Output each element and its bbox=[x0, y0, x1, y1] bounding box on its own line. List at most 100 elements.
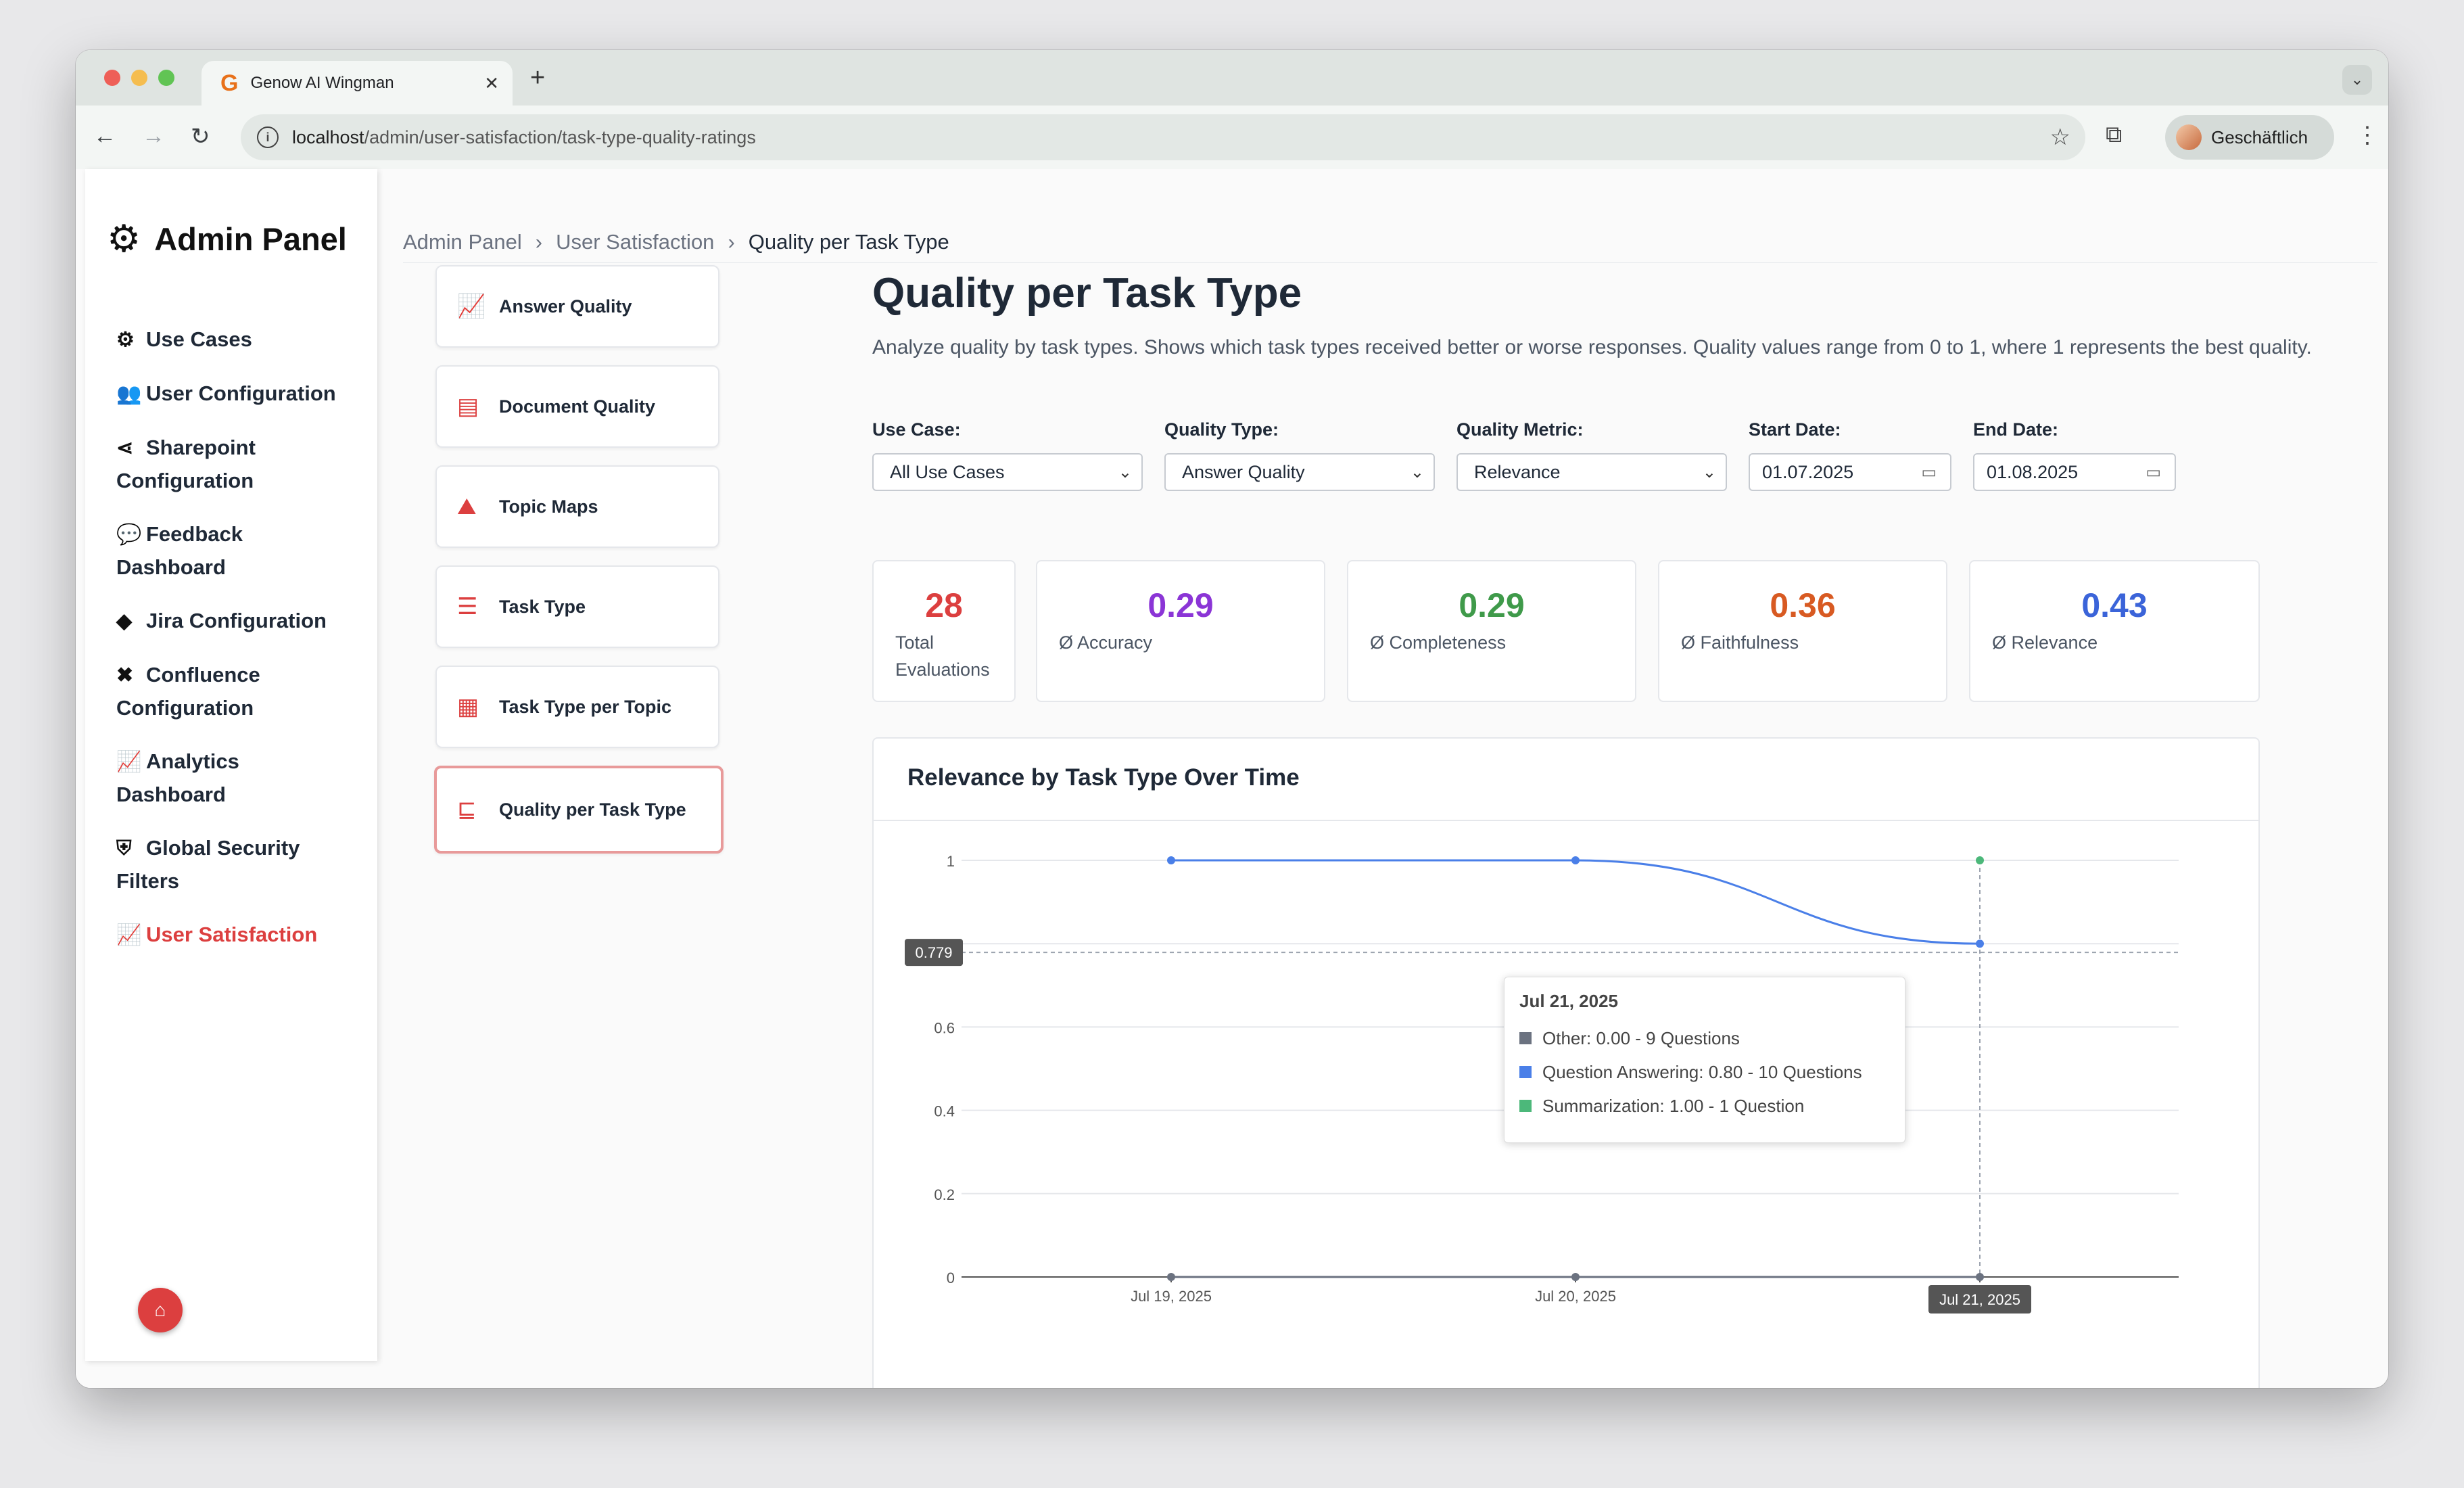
map-icon: ⛰ bbox=[457, 493, 477, 519]
stat-label: Ø Faithfulness bbox=[1681, 632, 1799, 653]
sidebar-item-user-satisfaction[interactable]: 📈 User Satisfaction bbox=[116, 919, 366, 952]
data-point-other bbox=[1167, 1273, 1175, 1281]
browser-titlebar: G Genow AI Wingman ✕ + ⌄ bbox=[76, 50, 2388, 106]
legend-swatch bbox=[1519, 1100, 1532, 1112]
site-info-icon[interactable]: i bbox=[257, 126, 279, 148]
breadcrumb-user-satisfaction[interactable]: User Satisfaction bbox=[556, 230, 714, 254]
chevron-right-icon: › bbox=[535, 230, 543, 254]
subnav-task-type[interactable]: ☰ Task Type bbox=[435, 565, 719, 648]
browser-toolbar: ← → ↻ i localhost/admin/user-satisfactio… bbox=[76, 106, 2388, 170]
page-description: Analyze quality by task types. Shows whi… bbox=[872, 336, 2312, 358]
x-tick-label: Jul 20, 2025 bbox=[1535, 1288, 1616, 1305]
legend-swatch bbox=[1519, 1066, 1532, 1078]
calendar-icon[interactable]: ▭ bbox=[1921, 463, 1937, 482]
tooltip-row: Summarization: 1.00 - 1 Question bbox=[1519, 1089, 1890, 1123]
reload-icon[interactable]: ↻ bbox=[191, 123, 210, 150]
use-case-label: Use Case: bbox=[872, 419, 961, 440]
sidebar-title: Admin Panel bbox=[154, 220, 347, 257]
tooltip-row: Question Answering: 0.80 - 10 Questions bbox=[1519, 1055, 1890, 1089]
data-point-question-answering bbox=[1976, 939, 1984, 948]
close-window-button[interactable] bbox=[104, 70, 120, 86]
stat-value: 0.43 bbox=[2081, 586, 2148, 624]
crosshair-y-label: 0.779 bbox=[915, 944, 952, 961]
end-date-label: End Date: bbox=[1973, 419, 2059, 440]
sidebar-item-analytics-dashboard[interactable]: 📈 Analytics Dashboard bbox=[116, 745, 366, 811]
avatar bbox=[2176, 124, 2202, 150]
stat-total-evaluations: 28 Total Evaluations bbox=[872, 560, 1016, 702]
stat-value: 0.29 bbox=[1147, 586, 1214, 624]
subnav-task-type-per-topic[interactable]: ▦ Task Type per Topic bbox=[435, 666, 719, 748]
new-tab-icon[interactable]: + bbox=[530, 64, 545, 93]
subnav-answer-quality[interactable]: 📈 Answer Quality bbox=[435, 265, 719, 348]
legend-swatch bbox=[1519, 1032, 1532, 1044]
shield-icon: ⛨ bbox=[116, 837, 132, 860]
url-text[interactable]: localhost/admin/user-satisfaction/task-t… bbox=[292, 127, 756, 148]
maximize-window-button[interactable] bbox=[158, 70, 174, 86]
chart-card: Relevance by Task Type Over Time 0 0.2 0.4… bbox=[872, 737, 2260, 1388]
sidebar-item-use-cases[interactable]: ⚙ Use Cases bbox=[116, 323, 366, 356]
start-date-input[interactable]: 01.07.2025 ▭ bbox=[1749, 453, 1951, 491]
stat-completeness: 0.29 Ø Completeness bbox=[1347, 560, 1636, 702]
chart-line-icon: 📈 bbox=[116, 924, 142, 946]
chart-line-icon: 📈 bbox=[116, 751, 142, 773]
sidebar-item-global-security-filters[interactable]: ⛨ Global Security Filters bbox=[116, 832, 366, 898]
list-check-icon: ☰ bbox=[457, 594, 478, 620]
page-title: Quality per Task Type bbox=[872, 270, 1302, 317]
sidebar-item-confluence-configuration[interactable]: ✖ Confluence Configuration bbox=[116, 659, 366, 724]
use-case-select[interactable]: All Use Cases ⌄ bbox=[872, 453, 1143, 491]
quality-metric-select[interactable]: Relevance ⌄ bbox=[1456, 453, 1727, 491]
browser-menu-icon[interactable]: ⋮ bbox=[2356, 122, 2379, 149]
stat-label: Ø Accuracy bbox=[1059, 632, 1153, 653]
back-icon[interactable]: ← bbox=[93, 123, 116, 149]
series-line-question-answering bbox=[1171, 859, 1981, 945]
chart-tooltip: Jul 21, 2025 Other: 0.00 - 9 Questions Q… bbox=[1504, 977, 1905, 1143]
quality-type-label: Quality Type: bbox=[1164, 419, 1279, 440]
profile-name: Geschäftlich bbox=[2211, 126, 2308, 147]
sidebar-brand: ⚙ Admin Panel bbox=[107, 216, 347, 261]
sidebar-item-sharepoint-configuration[interactable]: ⋖ Sharepoint Configuration bbox=[116, 432, 366, 497]
stat-label: Ø Relevance bbox=[1992, 632, 2098, 653]
home-button[interactable]: ⌂ bbox=[138, 1288, 183, 1332]
end-date-input[interactable]: 01.08.2025 ▭ bbox=[1973, 453, 2176, 491]
stat-accuracy: 0.29 Ø Accuracy bbox=[1036, 560, 1325, 702]
profile-button[interactable]: Geschäftlich bbox=[2165, 115, 2334, 160]
stat-faithfulness: 0.36 Ø Faithfulness bbox=[1658, 560, 1947, 702]
share-icon: ⋖ bbox=[116, 437, 134, 459]
sidebar-item-user-configuration[interactable]: 👥 User Configuration bbox=[116, 377, 366, 411]
stat-value: 0.29 bbox=[1459, 586, 1525, 624]
bookmark-star-icon[interactable]: ☆ bbox=[2050, 124, 2070, 151]
crosshair-x-label: Jul 21, 2025 bbox=[1939, 1291, 2020, 1308]
breadcrumb-admin-panel[interactable]: Admin Panel bbox=[403, 230, 522, 254]
file-icon: ▤ bbox=[457, 394, 479, 419]
extensions-icon[interactable]: ⧉ bbox=[2106, 122, 2122, 148]
data-point-question-answering bbox=[1167, 856, 1175, 864]
comments-icon: 💬 bbox=[116, 524, 142, 546]
subnav-document-quality[interactable]: ▤ Document Quality bbox=[435, 365, 719, 448]
stat-label: Total Evaluations bbox=[895, 632, 990, 680]
tooltip-row: Other: 0.00 - 9 Questions bbox=[1519, 1021, 1890, 1055]
subnav-quality-per-task-type[interactable]: ⊑ Quality per Task Type bbox=[434, 766, 724, 854]
quality-type-select[interactable]: Answer Quality ⌄ bbox=[1164, 453, 1435, 491]
subnav-topic-maps[interactable]: ⛰ Topic Maps bbox=[435, 465, 719, 548]
tab-search-icon[interactable]: ⌄ bbox=[2342, 65, 2372, 95]
address-bar[interactable]: i localhost/admin/user-satisfaction/task… bbox=[241, 114, 2085, 160]
start-date-label: Start Date: bbox=[1749, 419, 1841, 440]
data-point-other bbox=[1976, 1273, 1984, 1281]
page-content: ⚙ Admin Panel ⚙ Use Cases 👥 User Configura… bbox=[76, 169, 2388, 1388]
close-tab-icon[interactable]: ✕ bbox=[484, 73, 499, 94]
sidebar-item-feedback-dashboard[interactable]: 💬 Feedback Dashboard bbox=[116, 518, 366, 584]
confluence-icon: ✖ bbox=[116, 664, 134, 687]
sidebar-item-jira-configuration[interactable]: ◆ Jira Configuration bbox=[116, 605, 366, 638]
users-gear-icon: 👥 bbox=[116, 383, 142, 405]
minimize-window-button[interactable] bbox=[131, 70, 147, 86]
y-tick-label: 0.4 bbox=[934, 1103, 955, 1120]
y-tick-label: 0.6 bbox=[934, 1019, 955, 1036]
forward-icon[interactable]: → bbox=[142, 123, 165, 149]
breadcrumb: Admin Panel › User Satisfaction › Qualit… bbox=[403, 230, 949, 254]
gears-icon: ⚙ bbox=[107, 217, 141, 260]
sidebar: ⚙ Admin Panel ⚙ Use Cases 👥 User Configura… bbox=[85, 169, 377, 1361]
stat-label: Ø Completeness bbox=[1370, 632, 1507, 653]
breadcrumb-current: Quality per Task Type bbox=[748, 230, 949, 254]
browser-tab[interactable]: G Genow AI Wingman ✕ bbox=[202, 61, 513, 106]
calendar-icon[interactable]: ▭ bbox=[2146, 463, 2161, 482]
